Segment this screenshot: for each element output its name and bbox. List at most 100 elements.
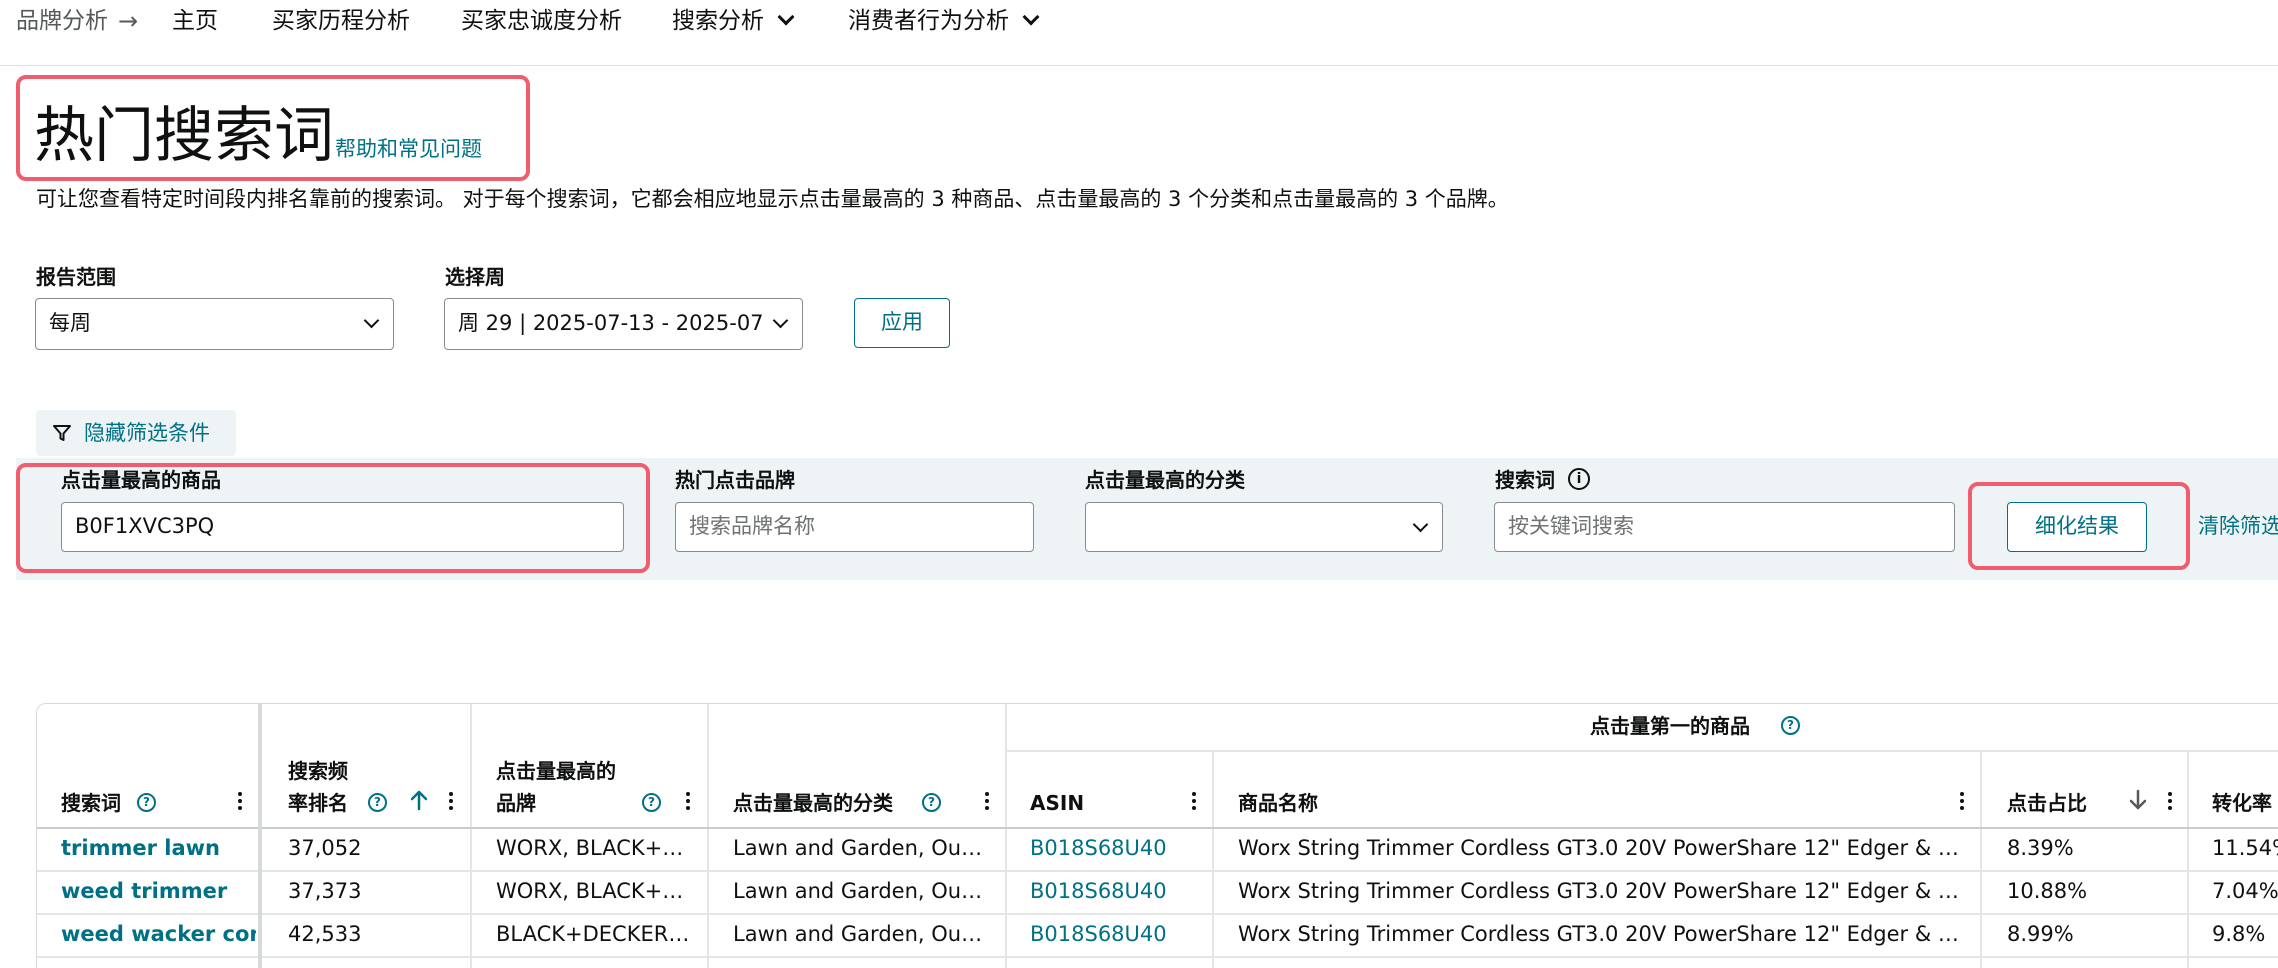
- column-divider: [707, 704, 709, 968]
- nav-item-home[interactable]: 主页: [172, 6, 218, 36]
- brand-filter-label: 热门点击品牌: [675, 468, 795, 492]
- column-divider: [1212, 750, 1214, 968]
- help-circle-icon[interactable]: ?: [1781, 716, 1800, 735]
- search-term-input[interactable]: 按关键词搜索: [1494, 502, 1955, 552]
- col-header-click-share[interactable]: 点击占比: [2007, 789, 2087, 817]
- column-divider: [2187, 750, 2189, 968]
- col-header-product-name[interactable]: 商品名称: [1238, 789, 1318, 817]
- row-2-brand: WORX, BLACK+…: [496, 879, 684, 903]
- col-header-search-term[interactable]: 搜索词: [61, 789, 121, 817]
- col-header-asin[interactable]: ASIN: [1030, 789, 1084, 817]
- report-range-label: 报告范围: [36, 265, 116, 289]
- row-3-search-term[interactable]: weed wacker cordless: [61, 919, 256, 949]
- column-menu-icon[interactable]: [237, 792, 243, 813]
- report-range-value: 每周: [49, 311, 91, 335]
- chevron-down-icon: [1412, 516, 1429, 533]
- row-2-search-term[interactable]: weed trimmer: [61, 876, 256, 906]
- group-header-divider: [1005, 750, 2278, 752]
- column-menu-icon[interactable]: [685, 792, 691, 813]
- row-3-click-share: 8.99%: [2007, 922, 2074, 946]
- top-navigation: 品牌分析 → 主页 买家历程分析 买家忠诚度分析 搜索分析 消费者行为分析: [0, 0, 2278, 66]
- column-divider: [1980, 750, 1982, 968]
- clear-filters-link[interactable]: 清除筛选: [2198, 511, 2278, 541]
- col-header-conversion[interactable]: 转化率: [2212, 789, 2272, 817]
- nav-item-consumer-behavior-label: 消费者行为分析: [848, 8, 1009, 34]
- category-filter-label: 点击量最高的分类: [1085, 468, 1245, 492]
- week-label: 选择周: [445, 265, 505, 289]
- column-menu-icon[interactable]: [448, 792, 454, 813]
- nav-item-search-analytics-label: 搜索分析: [672, 8, 764, 34]
- column-divider: [1005, 704, 1007, 968]
- brand-search-input[interactable]: 搜索品牌名称: [675, 502, 1034, 552]
- nav-item-search-analytics[interactable]: 搜索分析: [672, 6, 795, 36]
- breadcrumb-arrow-icon: →: [118, 7, 139, 35]
- chevron-down-icon: [363, 312, 380, 329]
- week-value: 周 29 | 2025-07-13 - 2025-07-19: [458, 311, 762, 335]
- row-divider: [37, 870, 2278, 872]
- report-range-select[interactable]: 每周: [35, 298, 394, 350]
- row-3-asin[interactable]: B018S68U40: [1030, 919, 1167, 949]
- row-3-rank: 42,533: [288, 922, 362, 946]
- refine-results-button[interactable]: 细化结果: [2007, 502, 2147, 552]
- row-1-product-name: Worx String Trimmer Cordless GT3.0 20V P…: [1238, 836, 1959, 860]
- row-3-brand: BLACK+DECKER…: [496, 922, 690, 946]
- column-menu-icon[interactable]: [2167, 792, 2173, 813]
- week-select[interactable]: 周 29 | 2025-07-13 - 2025-07-19: [444, 298, 803, 350]
- filter-icon: [53, 425, 71, 441]
- search-term-filter-label: 搜索词: [1495, 468, 1555, 492]
- category-select[interactable]: [1085, 502, 1443, 552]
- chevron-down-icon: [777, 8, 795, 26]
- col-header-rank-line2[interactable]: 率排名: [288, 789, 348, 817]
- row-2-click-share: 10.88%: [2007, 879, 2088, 903]
- help-circle-icon[interactable]: ?: [368, 793, 387, 812]
- col-header-brand-line2[interactable]: 品牌: [496, 789, 536, 817]
- col-header-category[interactable]: 点击量最高的分类: [733, 789, 893, 817]
- row-1-asin[interactable]: B018S68U40: [1030, 833, 1167, 863]
- row-divider: [37, 913, 2278, 915]
- help-circle-icon[interactable]: ?: [922, 793, 941, 812]
- row-1-rank: 37,052: [288, 836, 362, 860]
- page-description: 可让您查看特定时间段内排名靠前的搜索词。 对于每个搜索词，它都会相应地显示点击量…: [36, 187, 1509, 211]
- row-2-conversion: 7.04%: [2212, 879, 2278, 903]
- top-product-highlight-box: [16, 463, 650, 573]
- column-menu-icon[interactable]: [1959, 792, 1965, 813]
- row-2-rank: 37,373: [288, 879, 362, 903]
- row-1-search-term[interactable]: trimmer lawn: [61, 833, 256, 863]
- info-icon[interactable]: i: [1568, 468, 1590, 490]
- sort-descending-icon[interactable]: [2127, 788, 2149, 812]
- row-1-category: Lawn and Garden, Ou…: [733, 836, 983, 860]
- breadcrumb-brand-analytics[interactable]: 品牌分析: [16, 6, 108, 36]
- col-header-rank-line1[interactable]: 搜索频: [288, 757, 348, 785]
- column-menu-icon[interactable]: [984, 792, 990, 813]
- row-2-product-name: Worx String Trimmer Cordless GT3.0 20V P…: [1238, 879, 1959, 903]
- row-1-brand: WORX, BLACK+…: [496, 836, 684, 860]
- sort-ascending-icon[interactable]: [408, 788, 430, 812]
- row-1-click-share: 8.39%: [2007, 836, 2074, 860]
- row-3-conversion: 9.8%: [2212, 922, 2266, 946]
- row-2-category: Lawn and Garden, Ou…: [733, 879, 983, 903]
- page-title: 热门搜索词: [34, 101, 334, 171]
- hide-filters-label: 隐藏筛选条件: [84, 421, 210, 445]
- help-circle-icon[interactable]: ?: [642, 793, 661, 812]
- row-3-category: Lawn and Garden, Ou…: [733, 922, 983, 946]
- nav-item-consumer-behavior[interactable]: 消费者行为分析: [848, 6, 1040, 36]
- row-1-conversion: 11.54%: [2212, 836, 2278, 860]
- chevron-down-icon: [1022, 8, 1040, 26]
- column-menu-icon[interactable]: [1191, 792, 1197, 813]
- help-circle-icon[interactable]: ?: [137, 793, 156, 812]
- nav-item-buyer-journey[interactable]: 买家历程分析: [272, 6, 410, 36]
- row-2-asin[interactable]: B018S68U40: [1030, 876, 1167, 906]
- frozen-column-divider: [258, 704, 262, 968]
- help-faq-link[interactable]: 帮助和常见问题: [335, 134, 482, 164]
- hide-filters-toggle[interactable]: 隐藏筛选条件: [36, 410, 236, 456]
- row-3-product-name: Worx String Trimmer Cordless GT3.0 20V P…: [1238, 922, 1959, 946]
- apply-button[interactable]: 应用: [854, 298, 950, 348]
- column-divider: [470, 704, 472, 968]
- header-bottom-border: [37, 827, 2278, 829]
- row-divider: [37, 956, 2278, 958]
- nav-item-buyer-loyalty[interactable]: 买家忠诚度分析: [461, 6, 622, 36]
- col-header-brand-line1[interactable]: 点击量最高的: [496, 757, 616, 785]
- search-terms-table: 点击量第一的商品 ? 搜索词 ? 搜索频 率排名 ? 点击量最高的 品牌 ? 点…: [36, 703, 2278, 968]
- group-header-top-product: 点击量第一的商品: [1590, 714, 1750, 738]
- chevron-down-icon: [772, 312, 789, 329]
